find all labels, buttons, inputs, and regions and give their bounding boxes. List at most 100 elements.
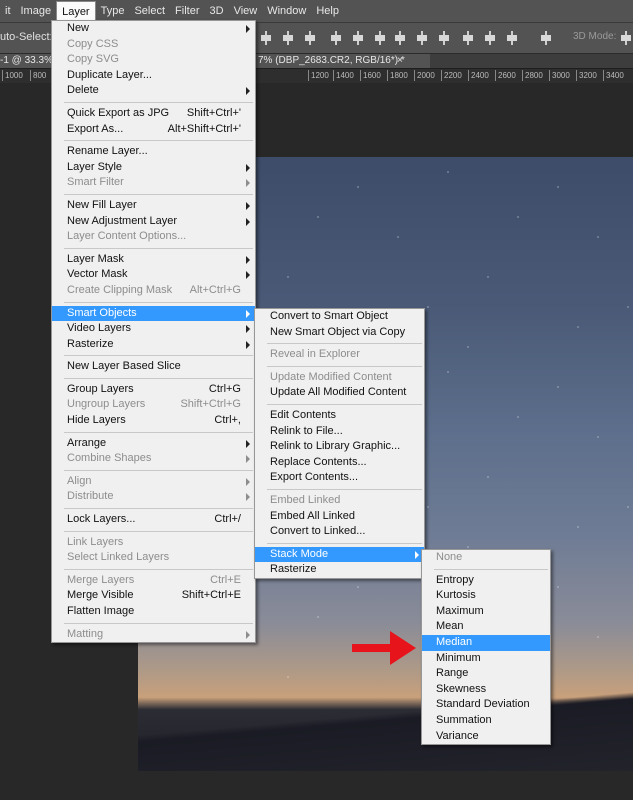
menu-item-shortcut: Ctrl+, [214,414,241,427]
menu-item-delete[interactable]: Delete [52,83,255,99]
menu-item-minimum[interactable]: Minimum [422,651,550,667]
menu-item-label: Embed All Linked [270,509,355,522]
menu-item-update-all-modified-content[interactable]: Update All Modified Content [255,385,424,401]
submenu-arrow-icon [246,25,250,33]
3d-orbit-icon[interactable] [620,31,632,45]
menu-item-maximum[interactable]: Maximum [422,604,550,620]
ruler-tick: 3200 [576,70,597,81]
menu-item-rasterize[interactable]: Rasterize [255,562,424,578]
menu-item-label: Embed Linked [270,493,341,506]
menu-item-edit-contents[interactable]: Edit Contents [255,408,424,424]
menu-filter[interactable]: Filter [170,0,204,22]
menu-item-median[interactable]: Median [422,634,550,651]
menu-item-stack-mode[interactable]: Stack Mode [255,546,424,563]
menu-item-new-smart-object-via-copy[interactable]: New Smart Object via Copy [255,325,424,341]
menu-item-standard-deviation[interactable]: Standard Deviation [422,697,550,713]
menu-item-arrange[interactable]: Arrange [52,436,255,452]
distribute-left-icon[interactable] [462,31,474,45]
distribute-hcenter-icon[interactable] [484,31,496,45]
menu-item-kurtosis[interactable]: Kurtosis [422,588,550,604]
menu-edit[interactable]: it [0,0,16,22]
menu-item-label: Flatten Image [67,605,135,617]
menu-item-video-layers[interactable]: Video Layers [52,321,255,337]
menu-item-mean[interactable]: Mean [422,619,550,635]
menu-view[interactable]: View [229,0,263,22]
menu-item-duplicate-layer[interactable]: Duplicate Layer... [52,68,255,84]
menu-item-label: Combine Shapes [67,452,152,465]
menu-item-label: Layer Style [67,160,123,173]
ruler-tick: 1400 [333,70,354,81]
menu-item-label: New Fill Layer [67,198,137,211]
align-left-icon[interactable] [330,31,342,45]
align-top-icon[interactable] [260,31,272,45]
distribute-top-icon[interactable] [394,31,406,45]
menu-item-new-fill-layer[interactable]: New Fill Layer [52,198,255,214]
submenu-arrow-icon [246,455,250,464]
menu-item-vector-mask[interactable]: Vector Mask [52,267,255,283]
menu-item-update-modified-content: Update Modified Content [255,370,424,386]
menu-item-rename-layer[interactable]: Rename Layer... [52,144,255,160]
menu-item-merge-visible[interactable]: Merge Visible Shift+Ctrl+E [52,588,255,604]
submenu-arrow-icon [246,309,250,318]
document-tab-title: 7% (DBP_2683.CR2, RGB/16*) * [258,55,405,66]
arrow-head [390,631,416,665]
menu-item-layer-style[interactable]: Layer Style [52,160,255,176]
distribute-bottom-icon[interactable] [438,31,450,45]
menu-help[interactable]: Help [311,0,344,22]
menu-window[interactable]: Window [262,0,311,22]
distribute-right-icon[interactable] [506,31,518,45]
align-hcenter-icon[interactable] [352,31,364,45]
distribute-vcenter-icon[interactable] [416,31,428,45]
menu-item-label: Smart Filter [67,176,124,189]
menu-item-lock-layers[interactable]: Lock Layers... Ctrl+/ [52,512,255,528]
menu-item-export-as[interactable]: Export As... Alt+Shift+Ctrl+' [52,122,255,138]
menu-item-rasterize[interactable]: Rasterize [52,337,255,353]
menu-layer[interactable]: Layer [56,0,96,22]
menu-item-skewness[interactable]: Skewness [422,682,550,698]
menu-item-hide-layers[interactable]: Hide Layers Ctrl+, [52,413,255,429]
menu-item-range[interactable]: Range [422,666,550,682]
align-vcenter-icon[interactable] [282,31,294,45]
menu-item-label: Quick Export as JPG [67,106,170,119]
menu-item-entropy[interactable]: Entropy [422,573,550,589]
auto-select-label: uto-Select: [0,31,53,43]
menu-item-convert-to-linked[interactable]: Convert to Linked... [255,524,424,540]
menu-item-embed-linked: Embed Linked [255,493,424,509]
auto-align-icon[interactable] [540,31,552,45]
menu-item-variance[interactable]: Variance [422,729,550,745]
menu-item-relink-to-file[interactable]: Relink to File... [255,424,424,440]
menu-item-flatten-image[interactable]: Flatten Image [52,604,255,620]
menu-3d[interactable]: 3D [205,0,229,22]
menu-type[interactable]: Type [96,0,130,22]
ruler-tick: 1000 [2,70,23,81]
menu-item-label: None [436,551,463,563]
menu-item-align: Align [52,474,255,490]
menu-item-shortcut: Shift+Ctrl+G [180,398,241,411]
menu-select[interactable]: Select [129,0,170,22]
menu-item-label: Vector Mask [67,268,128,281]
menu-item-group-layers[interactable]: Group Layers Ctrl+G [52,382,255,398]
align-bottom-icon[interactable] [304,31,316,45]
menu-image[interactable]: Image [16,0,57,22]
menu-item-label: Summation [436,713,492,726]
menu-item-replace-contents[interactable]: Replace Contents... [255,455,424,471]
menu-item-new-layer-based-slice[interactable]: New Layer Based Slice [52,359,255,375]
menu-item-smart-objects[interactable]: Smart Objects [52,305,255,322]
menu-item-summation[interactable]: Summation [422,713,550,729]
menu-separator [267,365,422,367]
menu-item-embed-all-linked[interactable]: Embed All Linked [255,509,424,525]
menu-item-relink-to-library-graphic[interactable]: Relink to Library Graphic... [255,439,424,455]
menu-item-export-contents[interactable]: Export Contents... [255,470,424,486]
menu-item-distribute: Distribute [52,489,255,505]
previous-tab-title[interactable]: -1 @ 33.3% [0,54,53,68]
menu-item-label: Group Layers [67,382,134,395]
submenu-arrow-icon [246,163,250,172]
close-tab-icon[interactable]: × [397,54,403,68]
menu-item-new-adjustment-layer[interactable]: New Adjustment Layer [52,214,255,230]
align-right-icon[interactable] [374,31,386,45]
menu-item-convert-to-smart-object[interactable]: Convert to Smart Object [255,309,424,325]
menu-item-new[interactable]: New [52,21,255,37]
menu-item-quick-export-as-jpg[interactable]: Quick Export as JPG Shift+Ctrl+' [52,106,255,122]
menu-item-layer-mask[interactable]: Layer Mask [52,252,255,268]
menu-item-reveal-in-explorer: Reveal in Explorer [255,347,424,363]
